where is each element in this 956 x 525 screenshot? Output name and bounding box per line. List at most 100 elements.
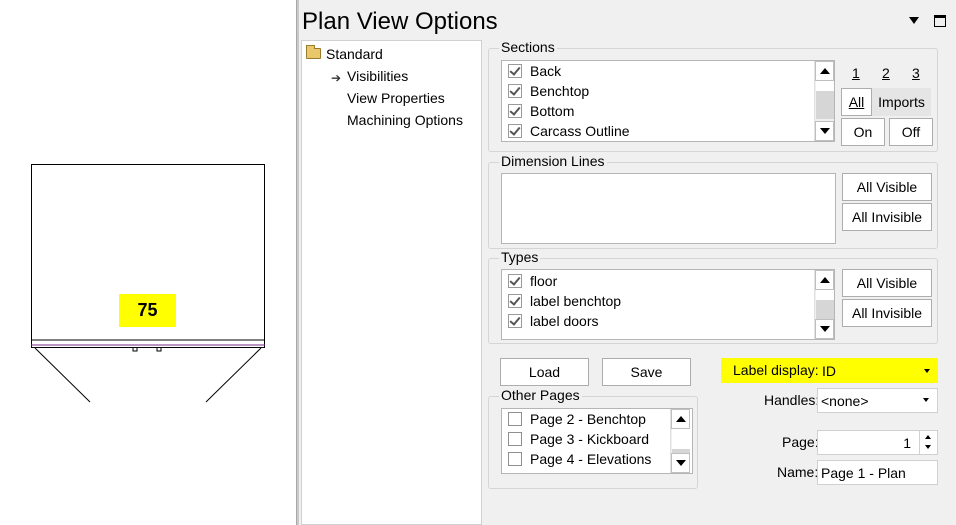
page-2-link[interactable]: 2 [882, 65, 890, 81]
dimension-lines-group: Dimension Lines All Visible All Invisibl… [488, 153, 938, 249]
other-pages-title: Other Pages [499, 387, 582, 403]
dim-all-invisible-button[interactable]: All Invisible [842, 203, 932, 231]
save-button[interactable]: Save [602, 358, 691, 386]
sections-scrollbar[interactable] [814, 61, 834, 141]
checkbox[interactable] [508, 432, 522, 446]
checkbox[interactable] [508, 124, 522, 138]
scroll-down-button[interactable] [671, 453, 690, 473]
list-item[interactable]: Page 4 - Elevations [508, 449, 651, 469]
stepper-up-icon[interactable] [925, 435, 931, 439]
plan-canvas[interactable]: 75 [0, 0, 296, 525]
sections-title: Sections [499, 39, 557, 55]
tree-item-visibilities[interactable]: Visibilities [347, 68, 408, 84]
scroll-up-icon [819, 277, 830, 283]
checkbox[interactable] [508, 104, 522, 118]
cabinet-overlay [31, 339, 265, 346]
name-field[interactable]: Page 1 - Plan [817, 460, 938, 485]
tree-item-view-properties[interactable]: View Properties [347, 90, 445, 106]
scroll-down-button[interactable] [815, 319, 834, 339]
panel-title: Plan View Options [302, 8, 498, 35]
list-item[interactable]: Carcass Outline [508, 121, 630, 141]
stepper-buttons[interactable] [919, 431, 937, 454]
all-button[interactable]: All [841, 88, 872, 116]
scroll-down-button[interactable] [815, 121, 834, 141]
on-button[interactable]: On [841, 118, 885, 146]
imports-button[interactable]: Imports [872, 88, 931, 116]
page-stepper[interactable]: 1 [817, 430, 938, 455]
plan-view-options-panel: Plan View Options Standard ➔ Visibilitie… [299, 0, 956, 525]
scroll-track [816, 290, 834, 300]
dimension-lines-list[interactable] [501, 173, 836, 244]
label-display-row: Label display: ID [721, 358, 938, 383]
scroll-thumb[interactable] [816, 300, 834, 319]
chevron-down-icon [923, 398, 929, 402]
scroll-up-icon [819, 68, 830, 74]
list-item[interactable]: Benchtop [508, 81, 589, 101]
chevron-down-icon [924, 369, 930, 373]
other-pages-group: Other Pages Page 2 - Benchtop Page 3 - K… [488, 387, 698, 489]
types-group: Types floor label benchtop label doors A… [488, 249, 938, 344]
list-item[interactable]: label doors [508, 311, 599, 331]
maximize-icon[interactable] [934, 15, 946, 27]
folder-icon [306, 45, 321, 59]
scroll-track [672, 429, 690, 449]
types-all-invisible-button[interactable]: All Invisible [842, 299, 932, 327]
name-value: Page 1 - Plan [821, 464, 906, 481]
scroll-thumb[interactable] [816, 91, 834, 119]
list-item[interactable]: floor [508, 271, 557, 291]
list-item-label: Carcass Outline [530, 123, 630, 139]
other-pages-scrollbar[interactable] [670, 409, 690, 473]
arrow-right-icon: ➔ [331, 71, 342, 85]
list-item[interactable]: label benchtop [508, 291, 621, 311]
checkbox[interactable] [508, 314, 522, 328]
stepper-down-icon[interactable] [925, 445, 931, 449]
checkbox[interactable] [508, 452, 522, 466]
types-title: Types [499, 249, 541, 265]
list-item-label: label benchtop [530, 293, 622, 309]
other-pages-list[interactable]: Page 2 - Benchtop Page 3 - Kickboard Pag… [501, 408, 693, 474]
checkbox[interactable] [508, 412, 522, 426]
types-list[interactable]: floor label benchtop label doors [501, 269, 835, 340]
scroll-up-button[interactable] [671, 409, 690, 429]
off-button[interactable]: Off [889, 118, 933, 146]
checkbox[interactable] [508, 274, 522, 288]
list-item-label: Bottom [530, 103, 575, 119]
checkbox[interactable] [508, 64, 522, 78]
types-scrollbar[interactable] [814, 270, 834, 339]
scroll-up-icon [675, 416, 686, 422]
page-3-link[interactable]: 3 [912, 65, 920, 81]
label-display-label: Label display: [733, 362, 819, 378]
page-label: Page: [782, 434, 819, 450]
cabinet-id-label[interactable]: 75 [119, 294, 176, 327]
dim-all-visible-button[interactable]: All Visible [842, 173, 932, 201]
page-1-link[interactable]: 1 [852, 65, 860, 81]
list-item[interactable]: Bottom [508, 101, 574, 121]
list-item-label: Back [530, 63, 562, 79]
tree-item-standard[interactable]: Standard [326, 46, 383, 62]
handles-value: <none> [821, 392, 869, 409]
scroll-down-icon [819, 326, 830, 332]
scroll-track [816, 81, 834, 91]
scroll-up-button[interactable] [815, 270, 834, 290]
load-button[interactable]: Load [500, 358, 589, 386]
list-item[interactable]: Page 3 - Kickboard [508, 429, 649, 449]
sections-group: Sections Back Benchtop Bottom Carcass Ou… [488, 39, 938, 152]
checkbox[interactable] [508, 294, 522, 308]
list-item[interactable]: Page 2 - Benchtop [508, 409, 646, 429]
tree-item-machining-options[interactable]: Machining Options [347, 112, 463, 128]
panel-menu-icon[interactable] [909, 17, 919, 24]
checkbox[interactable] [508, 84, 522, 98]
list-item-label: floor [530, 273, 558, 289]
handles-label: Handles: [764, 392, 820, 408]
list-item-label: Page 4 - Elevations [530, 451, 652, 467]
list-item[interactable]: Back [508, 61, 561, 81]
options-tree: Standard ➔ Visibilities View Properties … [301, 40, 482, 525]
sections-list[interactable]: Back Benchtop Bottom Carcass Outline [501, 60, 835, 142]
types-all-visible-button[interactable]: All Visible [842, 269, 932, 297]
scroll-up-button[interactable] [815, 61, 834, 81]
scroll-down-icon [819, 128, 830, 134]
handles-select[interactable]: <none> [817, 388, 938, 413]
label-display-select[interactable]: ID [819, 358, 938, 383]
list-item-label: Page 3 - Kickboard [530, 431, 650, 447]
list-item-label: Benchtop [530, 83, 590, 99]
